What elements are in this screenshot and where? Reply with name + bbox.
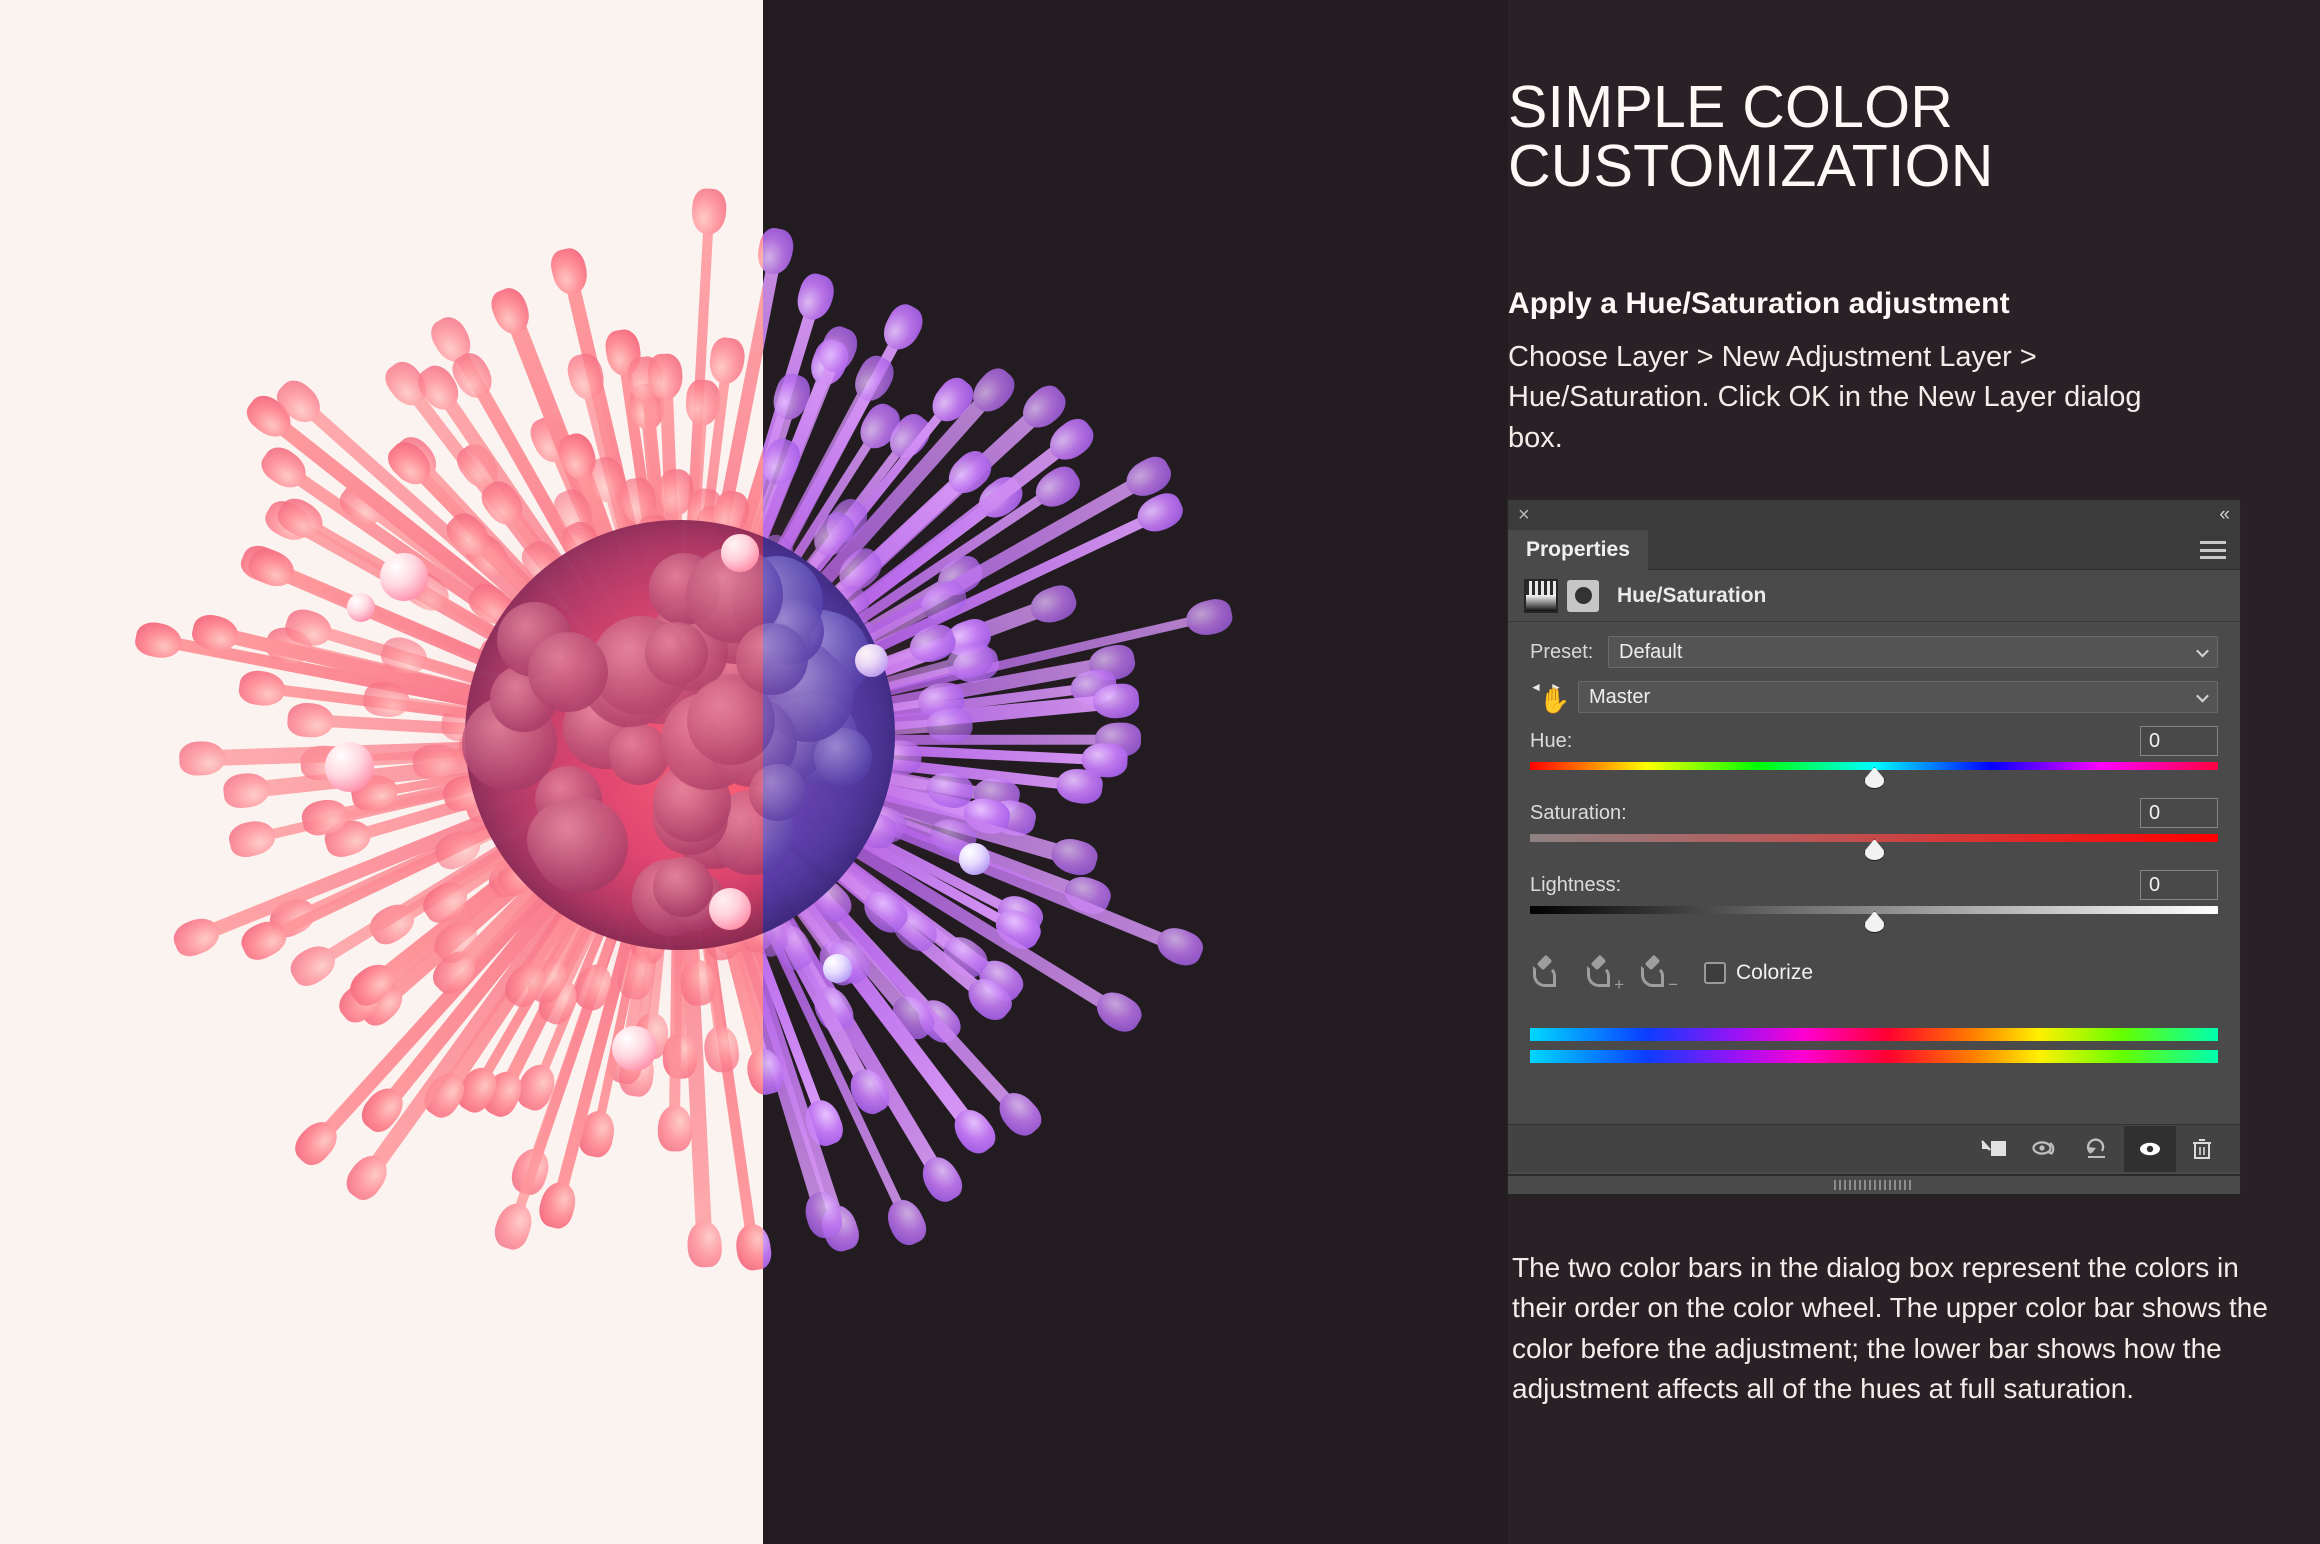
page-title: SIMPLE COLOR CUSTOMIZATION	[1508, 74, 1994, 199]
lightness-value-field[interactable]: 0	[2140, 870, 2218, 900]
footnote-paragraph: The two color bars in the dialog box rep…	[1512, 1252, 2268, 1404]
adjustment-layer-name: Hue/Saturation	[1617, 583, 1767, 607]
adjustment-layer-row: Hue/Saturation	[1508, 570, 2240, 622]
layer-mask-icon[interactable]	[1567, 579, 1599, 612]
spiky-sphere-graphic	[0, 130, 1360, 1340]
eyedropper-minus-icon[interactable]: −	[1638, 954, 1680, 994]
channel-value: Master	[1589, 685, 1651, 708]
toggle-visibility-button[interactable]	[2124, 1125, 2176, 1172]
lightness-slider-block: Lightness: 0	[1530, 870, 2218, 936]
before-adjustment-color-bar	[1530, 1028, 2218, 1041]
sphere-pearl	[823, 954, 852, 983]
panel-resize-grip[interactable]	[1508, 1174, 2240, 1194]
sphere-pearl	[958, 842, 991, 875]
toggle-mask-view-button[interactable]	[2020, 1126, 2072, 1172]
properties-panel: × « Properties Hue/Saturation Preset: De…	[1508, 500, 2240, 1194]
hue-value-field[interactable]: 0	[2140, 726, 2218, 756]
sphere-bump	[528, 632, 608, 712]
hue-slider-block: Hue: 0	[1530, 726, 2218, 792]
saturation-slider-knob[interactable]	[1864, 839, 1885, 861]
channel-row: ◄ ► ✋ Master	[1530, 680, 2218, 714]
panel-tab-row: Properties	[1508, 530, 2240, 570]
sphere-pearl	[721, 534, 758, 571]
artwork-canvas	[0, 0, 1508, 1544]
hue-label: Hue:	[1530, 729, 1573, 752]
preset-row: Preset: Default	[1530, 636, 2218, 668]
colorize-label: Colorize	[1736, 961, 1814, 984]
panel-titlebar: × «	[1508, 500, 2240, 530]
eye-arrow-icon	[2032, 1140, 2055, 1155]
panel-footer	[1508, 1124, 2240, 1172]
delete-layer-button[interactable]	[2176, 1126, 2228, 1172]
tab-properties[interactable]: Properties	[1508, 530, 1648, 570]
chevron-down-icon	[2196, 644, 2209, 658]
sphere-bump	[532, 797, 628, 893]
sphere-bump	[653, 857, 714, 918]
reset-arrow-icon	[2086, 1137, 2105, 1158]
lightness-label: Lightness:	[1530, 873, 1622, 896]
panel-body: Preset: Default ◄ ► ✋ Master Hue: 0 Satu…	[1508, 622, 2240, 1063]
preset-label: Preset:	[1530, 640, 1594, 663]
eyedropper-row: + − Colorize	[1530, 954, 2218, 994]
sphere-pearl	[325, 742, 375, 792]
after-adjustment-color-bar	[1530, 1050, 2218, 1063]
sphere-pearl	[347, 593, 376, 622]
saturation-slider[interactable]	[1530, 834, 2218, 864]
sphere-bump	[609, 724, 670, 785]
eyedropper-minus-sign: −	[1668, 975, 1678, 994]
gradient-thumbnail-icon[interactable]	[1524, 578, 1558, 613]
reset-button[interactable]	[2072, 1126, 2124, 1172]
sphere-bump	[645, 622, 707, 684]
lightness-slider[interactable]	[1530, 906, 2218, 936]
colorize-checkbox[interactable]	[1704, 962, 1726, 984]
eyedropper-add-sign: +	[1614, 975, 1624, 994]
hamburger-menu-icon[interactable]	[2200, 541, 2226, 559]
lightness-slider-knob[interactable]	[1864, 911, 1885, 933]
eyedropper-add-icon[interactable]: +	[1584, 954, 1626, 994]
preset-select[interactable]: Default	[1608, 636, 2218, 668]
preset-value: Default	[1619, 640, 1683, 663]
collapse-panel-icon[interactable]: «	[2219, 504, 2229, 526]
eyedropper-icon[interactable]	[1530, 954, 1572, 992]
sphere-pearl	[380, 553, 428, 601]
close-icon[interactable]: ×	[1518, 503, 1530, 527]
saturation-label: Saturation:	[1530, 801, 1627, 824]
chevron-down-icon	[2196, 689, 2209, 703]
clip-to-layer-icon	[1981, 1139, 2006, 1156]
saturation-slider-block: Saturation: 0	[1530, 798, 2218, 864]
section-subheading: Apply a Hue/Saturation adjustment	[1508, 287, 2010, 320]
hue-slider[interactable]	[1530, 762, 2218, 792]
sphere-pearl	[612, 1026, 657, 1071]
clip-to-layer-button[interactable]	[1968, 1126, 2020, 1172]
eye-icon	[2140, 1142, 2160, 1155]
channel-select[interactable]: Master	[1578, 681, 2218, 713]
hue-slider-knob[interactable]	[1864, 767, 1885, 789]
saturation-value-field[interactable]: 0	[2140, 798, 2218, 828]
color-bars	[1530, 1028, 2218, 1063]
targeted-adjustment-hand-icon[interactable]: ◄ ► ✋	[1530, 680, 1570, 714]
instruction-paragraph: Choose Layer > New Adjustment Layer > Hu…	[1508, 341, 2142, 454]
trash-icon	[2193, 1138, 2211, 1159]
